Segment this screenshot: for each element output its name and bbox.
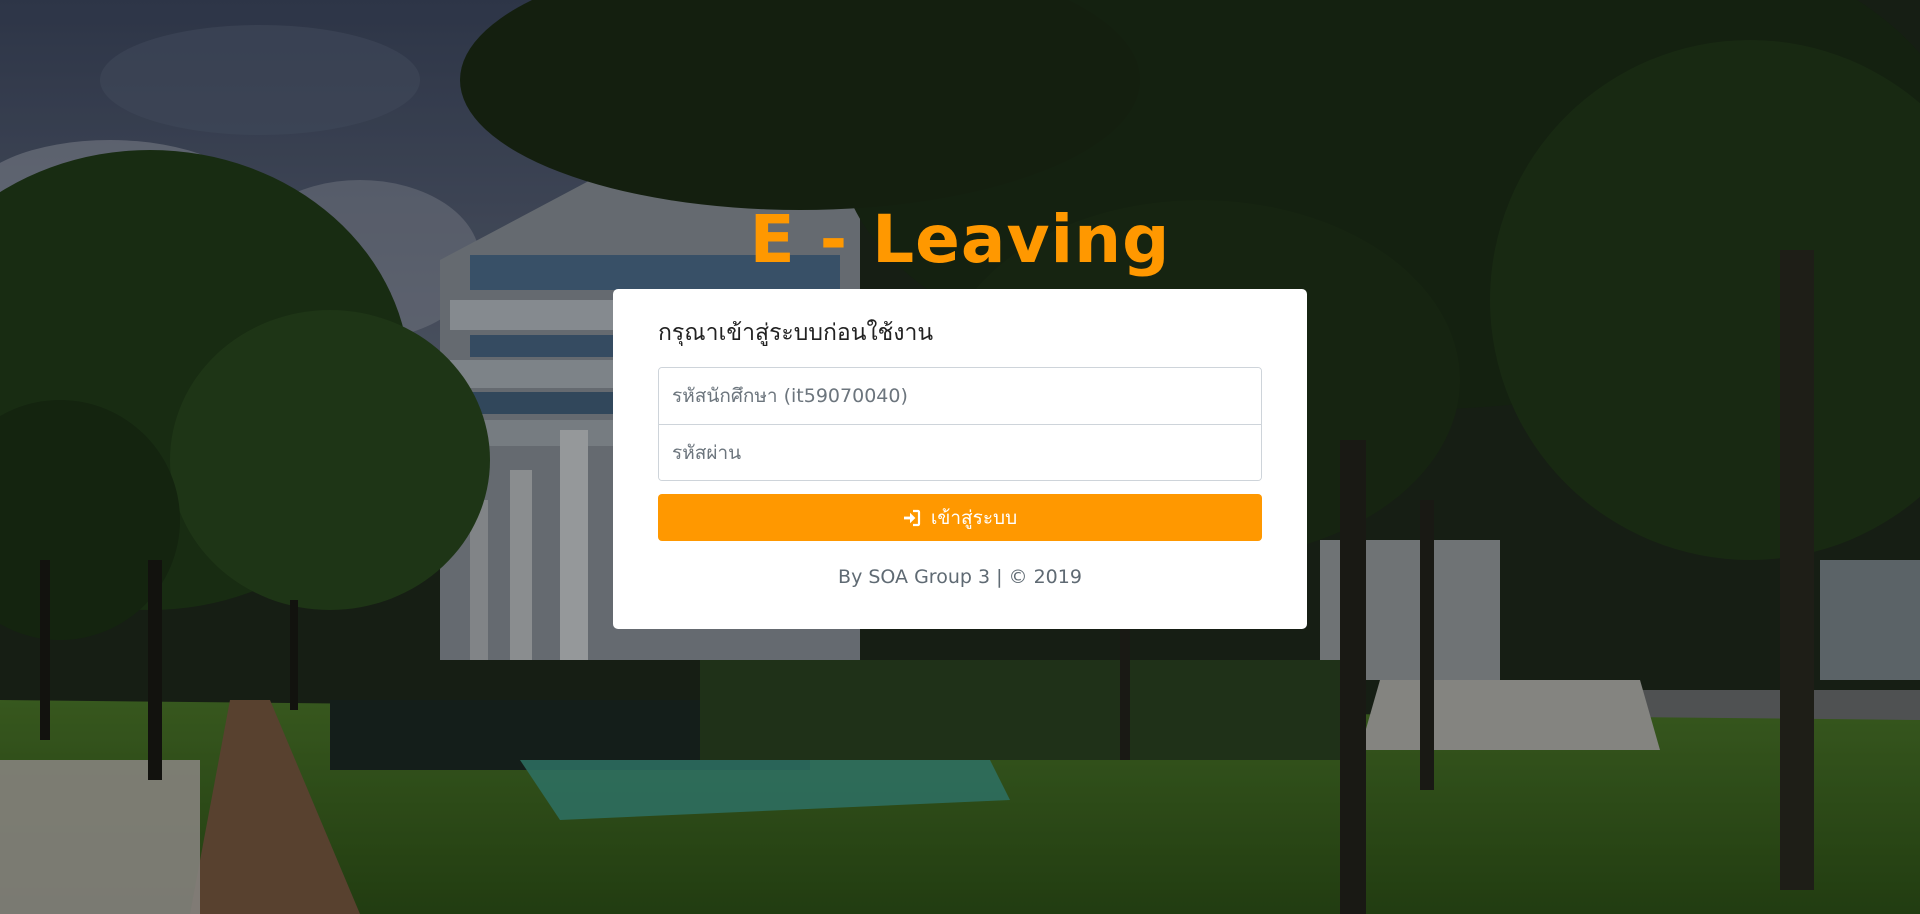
login-input-group — [658, 367, 1262, 481]
login-card: กรุณาเข้าสู่ระบบก่อนใช้งาน เข้าสู่ระบบ B… — [613, 289, 1307, 629]
password-input[interactable] — [659, 424, 1261, 480]
app-title: E - Leaving — [749, 201, 1171, 278]
login-button[interactable]: เข้าสู่ระบบ — [658, 494, 1262, 541]
login-button-label: เข้าสู่ระบบ — [930, 506, 1018, 529]
login-heading: กรุณาเข้าสู่ระบบก่อนใช้งาน — [658, 320, 934, 346]
footer-credit: By SOA Group 3 | © 2019 — [838, 566, 1082, 588]
student-id-input[interactable] — [659, 368, 1261, 424]
sign-in-icon — [903, 509, 921, 527]
